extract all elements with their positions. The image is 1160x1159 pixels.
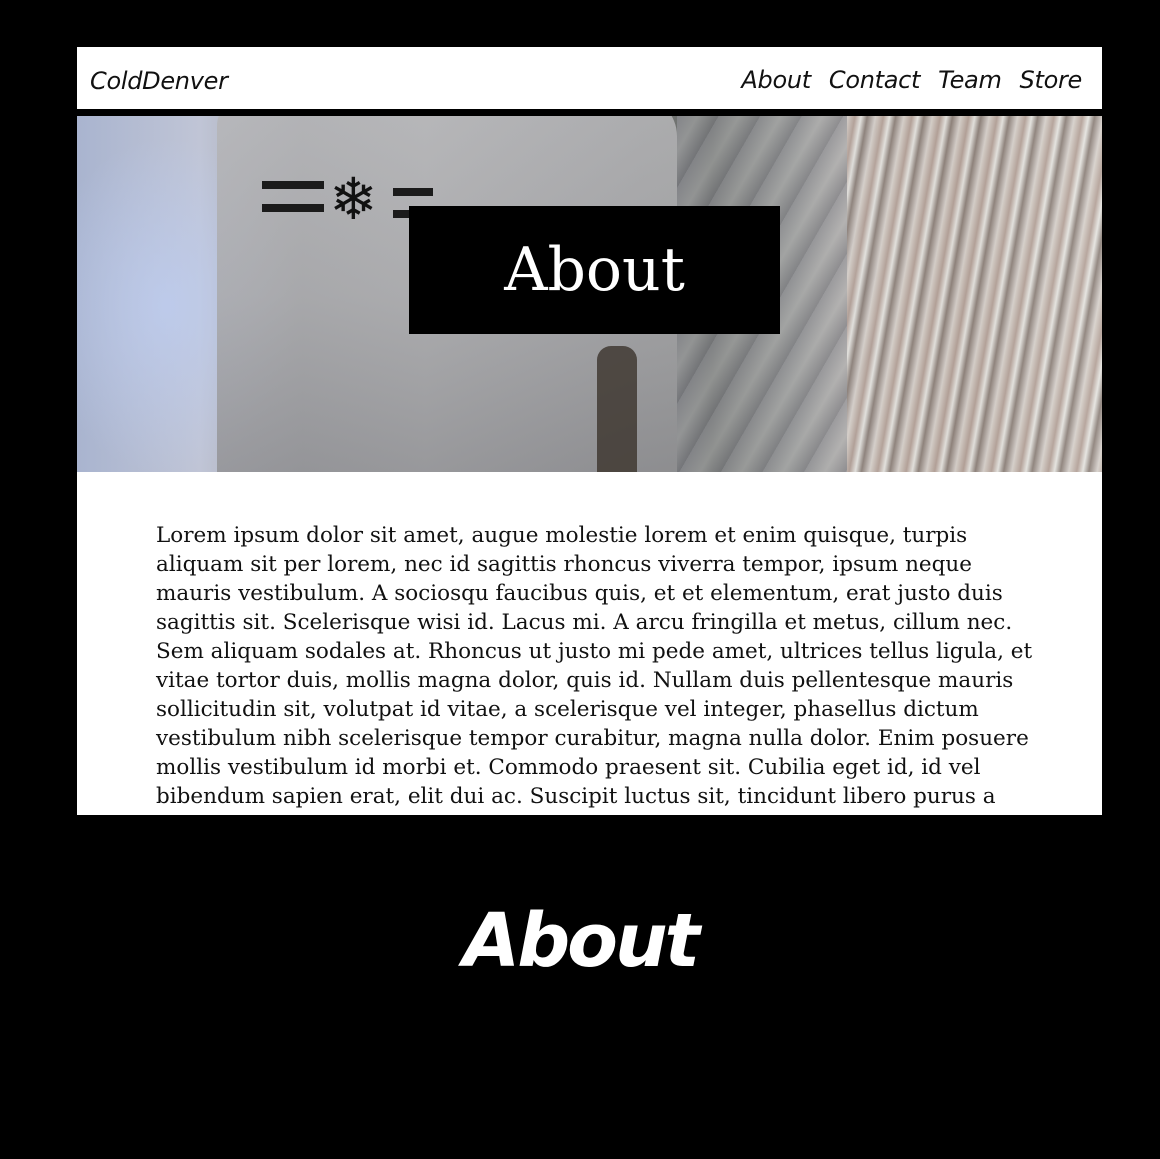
navbar: ColdDenver About Contact Team Store bbox=[77, 47, 1102, 109]
hero-title-box: About bbox=[409, 206, 780, 334]
brand-logo[interactable]: ColdDenver bbox=[90, 67, 228, 95]
snowflake-icon: ❄ bbox=[329, 165, 378, 233]
nav-links: About Contact Team Store bbox=[741, 66, 1082, 94]
hero-graffiti-wall bbox=[847, 116, 1102, 472]
nav-link-contact[interactable]: Contact bbox=[829, 66, 921, 94]
website-mockup: ColdDenver About Contact Team Store ❄ Ab… bbox=[77, 47, 1102, 815]
about-body-text: Lorem ipsum dolor sit amet, augue molest… bbox=[156, 523, 1033, 815]
nav-link-about[interactable]: About bbox=[741, 66, 811, 94]
shirt-stripe bbox=[393, 188, 433, 196]
shirt-stripe bbox=[262, 181, 324, 189]
nav-link-store[interactable]: Store bbox=[1020, 66, 1083, 94]
hero-title: About bbox=[504, 235, 685, 305]
shirt-stripe bbox=[262, 204, 324, 212]
hero-image: ❄ About bbox=[77, 116, 1102, 472]
navbar-divider bbox=[77, 109, 1102, 116]
hero-arm bbox=[597, 346, 637, 472]
nav-link-team[interactable]: Team bbox=[938, 66, 1002, 94]
slide-caption: About bbox=[462, 898, 700, 984]
